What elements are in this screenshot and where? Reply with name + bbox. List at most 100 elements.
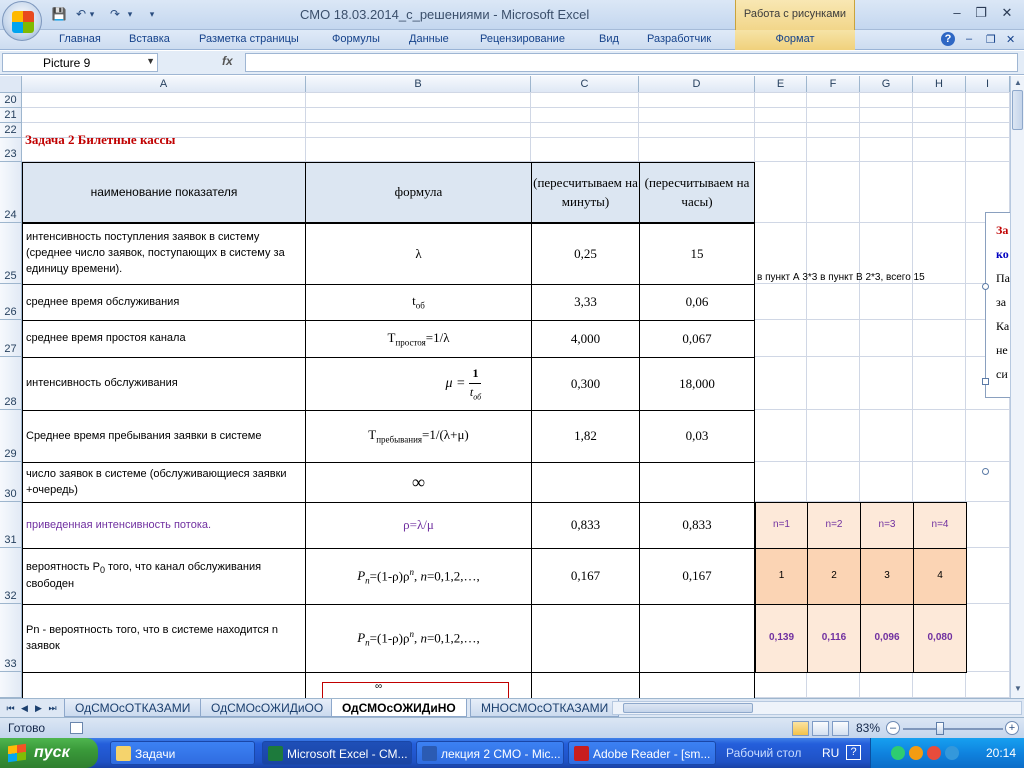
indicator-name-cell[interactable]: Среднее время пребывания заявки в систем… xyxy=(22,410,306,463)
minimize-button[interactable]: – xyxy=(946,4,968,22)
formula-cell[interactable]: Pn=(1-ρ)ρn, n=0,1,2,…, xyxy=(305,604,532,673)
indicator-name-cell[interactable]: число заявок в системе (обслуживающиеся … xyxy=(22,462,306,503)
tab-formulas[interactable]: Формулы xyxy=(332,33,380,45)
formula-cell[interactable]: λ xyxy=(305,223,532,285)
doc-restore-button[interactable]: ❐ xyxy=(986,33,996,46)
resize-handle[interactable] xyxy=(982,378,989,385)
redo-dropdown-icon[interactable]: ▾ xyxy=(124,5,136,23)
minutes-value-cell[interactable]: 4,000 xyxy=(531,320,640,358)
header-name-cell[interactable]: наименование показателя xyxy=(22,162,306,223)
formula-cell[interactable]: Tпребывания=1/(λ+μ) xyxy=(305,410,532,463)
help-icon[interactable]: ? xyxy=(941,32,955,46)
n-label-cell[interactable]: n=2 xyxy=(807,502,861,549)
indicator-name-cell[interactable]: приведенная интенсивность потока. xyxy=(22,502,306,549)
taskbar-button-tasks[interactable]: Задачи xyxy=(110,741,255,765)
formula-cell[interactable]: μ = 1 tоб xyxy=(305,357,532,411)
office-button[interactable] xyxy=(2,1,42,41)
formula-cell[interactable]: Tпростоя=1/λ xyxy=(305,320,532,358)
row-header-33[interactable]: 33 xyxy=(0,604,22,672)
row-header-22[interactable]: 22 xyxy=(0,123,22,138)
formula-cell[interactable]: tоб xyxy=(305,284,532,321)
sheet-tab[interactable]: ОдСМОсОТКАЗАМИ xyxy=(64,699,202,717)
n-value-cell[interactable]: 2 xyxy=(807,548,861,605)
name-box-dropdown-icon[interactable]: ▼ xyxy=(146,56,155,66)
column-header-G[interactable]: G xyxy=(860,76,913,93)
row-header-32[interactable]: 32 xyxy=(0,548,22,604)
next-sheet-icon[interactable]: ▶ xyxy=(32,701,45,715)
vertical-scrollbar[interactable]: ▲ ▼ xyxy=(1010,76,1024,698)
hours-value-cell[interactable] xyxy=(639,462,755,503)
minutes-value-cell[interactable]: 0,167 xyxy=(531,548,640,605)
column-header-H[interactable]: H xyxy=(913,76,966,93)
tray-icon[interactable] xyxy=(891,746,905,760)
row-header-25[interactable]: 25 xyxy=(0,223,22,284)
worksheet-grid[interactable]: ABCDEFGHI 20 21 22 23 24 25 26 27 28 29 30 31 32 33 З… xyxy=(0,76,1010,698)
tray-icon[interactable] xyxy=(909,746,923,760)
tray-icon[interactable] xyxy=(927,746,941,760)
minutes-value-cell[interactable] xyxy=(531,462,640,503)
doc-minimize-button[interactable]: – xyxy=(966,33,972,45)
prev-sheet-icon[interactable]: ◀ xyxy=(18,701,31,715)
header-formula-cell[interactable]: формула xyxy=(305,162,532,223)
hours-value-cell[interactable]: 0,067 xyxy=(639,320,755,358)
horizontal-scrollbar[interactable] xyxy=(612,701,1022,715)
tab-page-layout[interactable]: Разметка страницы xyxy=(199,33,299,45)
zoom-slider-thumb[interactable] xyxy=(936,722,944,735)
row-header-24[interactable]: 24 xyxy=(0,162,22,223)
hours-value-cell[interactable] xyxy=(639,604,755,673)
n-label-cell[interactable]: n=3 xyxy=(860,502,914,549)
hscroll-thumb[interactable] xyxy=(623,703,753,713)
formula-input[interactable] xyxy=(245,53,1018,72)
tray-icon[interactable] xyxy=(945,746,959,760)
indicator-name-cell[interactable]: вероятность P0 того, что канал обслужива… xyxy=(22,548,306,605)
column-header-C[interactable]: C xyxy=(531,76,639,93)
scroll-up-icon[interactable]: ▲ xyxy=(1011,76,1024,90)
hours-value-cell[interactable]: 0,03 xyxy=(639,410,755,463)
indicator-name-cell[interactable]: интенсивность поступления заявок в систе… xyxy=(22,223,306,285)
doc-close-button[interactable]: ✕ xyxy=(1006,33,1015,46)
minutes-value-cell[interactable]: 1,82 xyxy=(531,410,640,463)
insert-function-icon[interactable]: fx xyxy=(222,54,233,68)
hours-value-cell[interactable]: 0,833 xyxy=(639,502,755,549)
normal-view-button[interactable] xyxy=(792,721,809,736)
first-sheet-icon[interactable]: ⏮ xyxy=(4,701,17,715)
header-minutes-cell[interactable]: (пересчитываем на минуты) xyxy=(531,162,640,223)
pn-value-cell[interactable]: 0,139 xyxy=(755,604,808,673)
save-icon[interactable]: 💾 xyxy=(50,5,68,23)
page-break-view-button[interactable] xyxy=(832,721,849,736)
row-header-28[interactable]: 28 xyxy=(0,357,22,410)
minutes-value-cell[interactable]: 0,25 xyxy=(531,223,640,285)
tab-home[interactable]: Главная xyxy=(59,33,101,45)
formula-cell[interactable]: Pn=(1-ρ)ρn, n=0,1,2,…, xyxy=(305,548,532,605)
scroll-down-icon[interactable]: ▼ xyxy=(1011,682,1024,696)
clock[interactable]: 20:14 xyxy=(986,746,1016,760)
hours-value-cell[interactable] xyxy=(639,672,755,698)
n-value-cell[interactable]: 4 xyxy=(913,548,967,605)
formula-cell[interactable]: ρ=λ/μ xyxy=(305,502,532,549)
desktop-toolbar-label[interactable]: Рабочий стол xyxy=(726,746,801,760)
undo-dropdown-icon[interactable]: ▾ xyxy=(86,5,98,23)
indicator-name-cell[interactable]: среднее время обслуживания xyxy=(22,284,306,321)
language-indicator[interactable]: RU xyxy=(822,746,839,760)
indicator-name-cell[interactable]: Pn - вероятность того, что в системе нах… xyxy=(22,604,306,673)
tab-data[interactable]: Данные xyxy=(409,33,449,45)
n-value-cell[interactable]: 3 xyxy=(860,548,914,605)
row-header-31[interactable]: 31 xyxy=(0,502,22,548)
redo-icon[interactable]: ↷ xyxy=(106,5,124,23)
pn-value-cell[interactable]: 0,080 xyxy=(913,604,967,673)
row-header-partial[interactable] xyxy=(0,672,22,698)
scroll-thumb[interactable] xyxy=(1012,90,1023,130)
note-row-25[interactable]: в пункт А 3*3 в пункт В 2*3, всего 15 xyxy=(757,272,925,283)
column-header-D[interactable]: D xyxy=(639,76,755,93)
zoom-level[interactable]: 83% xyxy=(856,721,880,735)
row-header-23[interactable]: 23 xyxy=(0,138,22,162)
zoom-slider[interactable] xyxy=(903,728,1003,730)
resize-handle[interactable] xyxy=(982,283,989,290)
tab-review[interactable]: Рецензирование xyxy=(480,33,565,45)
column-header-B[interactable]: B xyxy=(306,76,531,93)
sheet-tab[interactable]: МНОСМОсОТКАЗАМИ xyxy=(470,699,620,717)
indicator-name-cell[interactable]: среднее время простоя канала xyxy=(22,320,306,358)
start-button[interactable]: пуск xyxy=(0,738,98,768)
indicator-name-cell[interactable] xyxy=(22,672,306,698)
row-header-27[interactable]: 27 xyxy=(0,320,22,357)
